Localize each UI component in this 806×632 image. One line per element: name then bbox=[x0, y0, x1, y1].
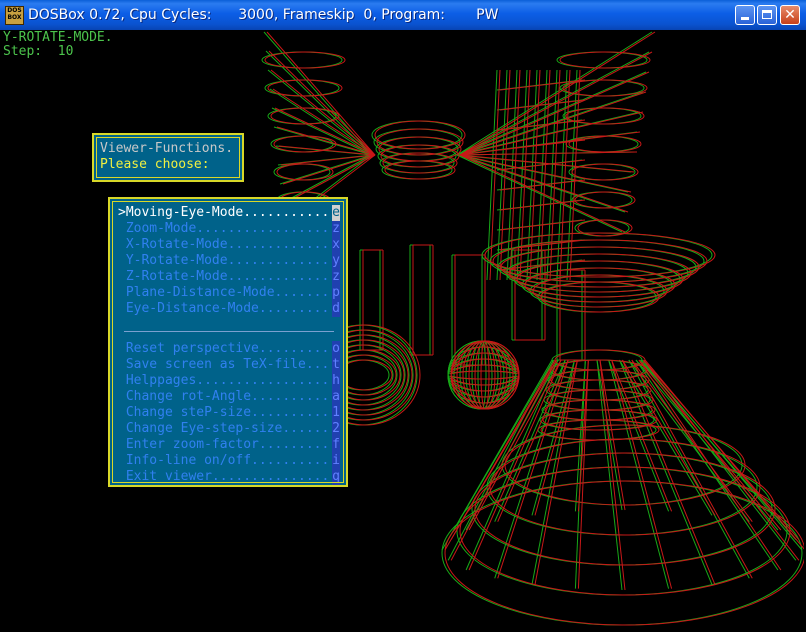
menu-item[interactable]: Change Eye-step-size....... 2 bbox=[118, 421, 340, 437]
menu-item-hotkey: a bbox=[332, 389, 340, 405]
menu-item-label: Z-Rotate-Mode.............. bbox=[118, 269, 338, 284]
menu-item[interactable]: Z-Rotate-Mode.............. z bbox=[118, 269, 340, 285]
menu-item-label: Exit viewer................ bbox=[118, 469, 338, 484]
menu-item-label: Enter zoom-factor.......... bbox=[118, 437, 338, 452]
minimize-button[interactable] bbox=[735, 5, 755, 25]
menu-item-hotkey: e bbox=[332, 205, 340, 221]
menu-item-label: Y-Rotate-Mode.............. bbox=[118, 253, 338, 268]
maximize-icon bbox=[762, 10, 772, 19]
menu-item-hotkey: 2 bbox=[332, 421, 340, 437]
menu-item[interactable]: Exit viewer................ q bbox=[118, 469, 340, 485]
menu-item-label: Change rot-Angle........... bbox=[118, 389, 338, 404]
menu-item-hotkey: o bbox=[332, 341, 340, 357]
menu-item-hotkey: y bbox=[332, 253, 340, 269]
menu-separator bbox=[124, 331, 334, 332]
title-bar[interactable]: DOS BOX DOSBox 0.72, Cpu Cycles: 3000, F… bbox=[0, 0, 806, 30]
menu-item[interactable]: Change steP-size........... 1 bbox=[118, 405, 340, 421]
menu-item-hotkey: h bbox=[332, 373, 340, 389]
step-status: Step: 10 bbox=[3, 44, 74, 59]
dosbox-window: DOS BOX DOSBox 0.72, Cpu Cycles: 3000, F… bbox=[0, 0, 806, 632]
window-title: DOSBox 0.72, Cpu Cycles: 3000, Frameskip… bbox=[28, 7, 499, 23]
menu-item-label: >Moving-Eye-Mode........... bbox=[118, 205, 330, 220]
menu-item[interactable]: Y-Rotate-Mode.............. y bbox=[118, 253, 340, 269]
menu-item-label: Save screen as TeX-file.... bbox=[118, 357, 338, 372]
maximize-button[interactable] bbox=[757, 5, 777, 25]
menu-item[interactable]: Reset perspective.......... o bbox=[118, 341, 340, 357]
menu-item-hotkey: z bbox=[332, 221, 340, 237]
menu-item[interactable]: Helppages.................. h bbox=[118, 373, 340, 389]
menu-item-hotkey: p bbox=[332, 285, 340, 301]
dos-screen[interactable]: Y-ROTATE-MODE. Step: 10 Viewer-Functions… bbox=[2, 30, 804, 630]
close-button[interactable]: ✕ bbox=[780, 5, 800, 25]
menu-item-label: Info-line on/off........... bbox=[118, 453, 338, 468]
menu-item-label: Zoom-Mode.................. bbox=[118, 221, 338, 236]
choose-prompt: Please choose: bbox=[100, 157, 210, 172]
menu-item-hotkey: 1 bbox=[332, 405, 340, 421]
menu-item-hotkey: x bbox=[332, 237, 340, 253]
menu-item[interactable]: Change rot-Angle........... a bbox=[118, 389, 340, 405]
menu-item[interactable]: Eye-Distance-Mode.......... d bbox=[118, 301, 340, 317]
menu-item[interactable]: X-Rotate-Mode.............. x bbox=[118, 237, 340, 253]
dosbox-icon[interactable]: DOS BOX bbox=[5, 6, 24, 25]
menu-item-hotkey: q bbox=[332, 469, 340, 485]
menu-item-label: Change Eye-step-size....... bbox=[118, 421, 338, 436]
viewer-menu: >Moving-Eye-Mode........... e Zoom-Mode..… bbox=[108, 197, 348, 487]
menu-item-hotkey: z bbox=[332, 269, 340, 285]
menu-item-hotkey: i bbox=[332, 453, 340, 469]
menu-item[interactable]: Info-line on/off........... i bbox=[118, 453, 340, 469]
menu-item[interactable]: >Moving-Eye-Mode........... e bbox=[118, 205, 340, 221]
menu-item-label: X-Rotate-Mode.............. bbox=[118, 237, 338, 252]
menu-item-hotkey: t bbox=[332, 357, 340, 373]
menu-item[interactable]: Plane-Distance-Mode........ p bbox=[118, 285, 340, 301]
menu-item-label: Plane-Distance-Mode........ bbox=[118, 285, 338, 300]
minimize-icon bbox=[741, 17, 749, 20]
menu-item-hotkey: d bbox=[332, 301, 340, 317]
menu-item[interactable]: Zoom-Mode.................. z bbox=[118, 221, 340, 237]
menu-item[interactable]: Save screen as TeX-file.... t bbox=[118, 357, 340, 373]
menu-item-label: Change steP-size........... bbox=[118, 405, 338, 420]
viewer-functions-box: Viewer-Functions. Please choose: bbox=[92, 133, 244, 182]
menu-item-label: Helppages.................. bbox=[118, 373, 338, 388]
menu-item-label: Reset perspective.......... bbox=[118, 341, 338, 356]
close-icon: ✕ bbox=[784, 7, 796, 23]
menu-item[interactable]: Enter zoom-factor.......... f bbox=[118, 437, 340, 453]
menu-item-hotkey: f bbox=[332, 437, 340, 453]
menu-item-label: Eye-Distance-Mode.......... bbox=[118, 301, 338, 316]
viewer-functions-title: Viewer-Functions. bbox=[100, 141, 234, 156]
